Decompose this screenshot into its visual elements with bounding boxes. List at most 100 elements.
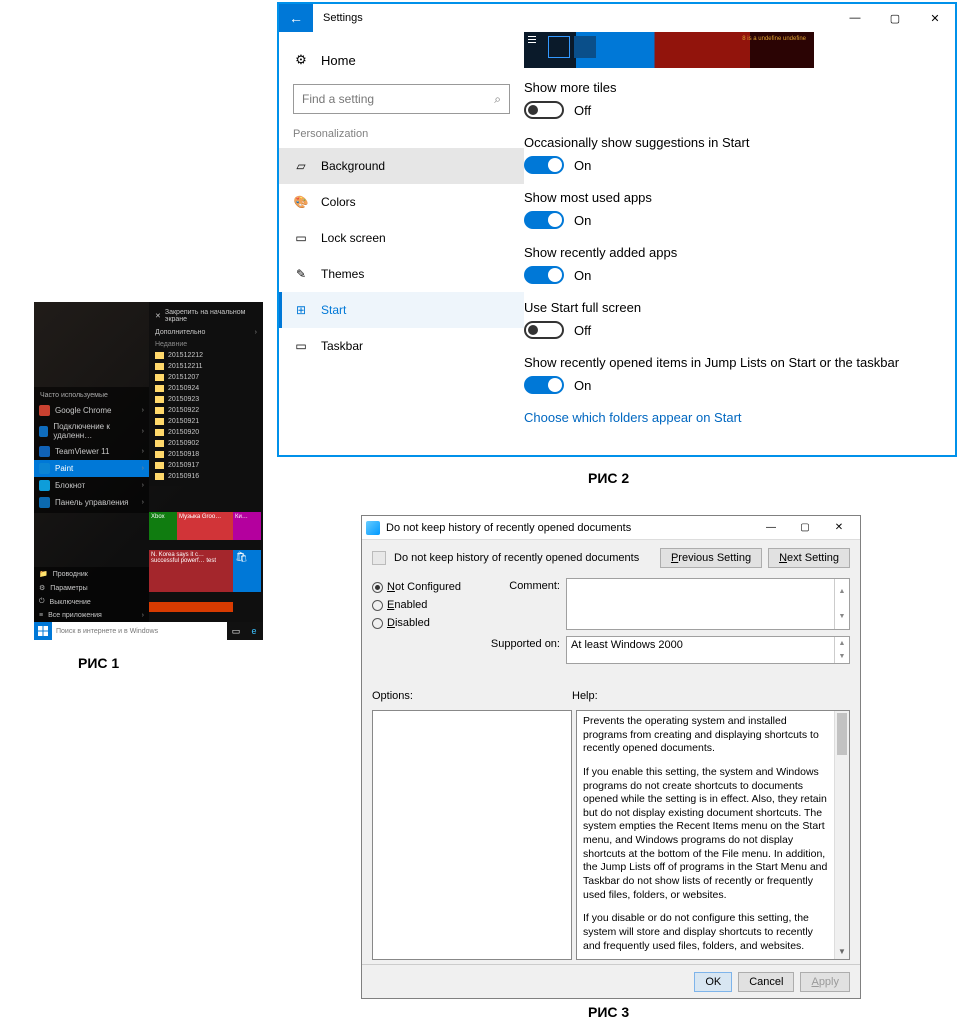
back-button[interactable]: ←: [279, 4, 313, 32]
tile-label: N. Korea says it c… successful powerf… t…: [151, 552, 216, 564]
bottom-label: Проводник: [53, 571, 88, 578]
sidebar-item-background[interactable]: ▱Background: [279, 148, 524, 184]
toggle-switch[interactable]: [524, 101, 564, 119]
next-setting-button[interactable]: Next Setting: [768, 548, 850, 568]
sidebar-item-lock-screen[interactable]: ▭Lock screen: [279, 220, 524, 256]
start-tile[interactable]: Музыка Groo…: [177, 512, 233, 540]
scrollbar[interactable]: ▲ ▼: [834, 711, 849, 959]
most-used-item[interactable]: Блокнот›: [34, 477, 149, 494]
jump-list-item[interactable]: 20150923: [149, 394, 263, 405]
taskbar-search[interactable]: Поиск в интернете и в Windows: [52, 622, 227, 640]
sidebar-item-start[interactable]: ⊞Start: [279, 292, 524, 328]
app-icon: [39, 446, 50, 457]
most-used-header: Часто используемые: [34, 389, 149, 402]
up-arrow-icon[interactable]: ▲: [834, 579, 849, 604]
start-bottom-item[interactable]: ≡Все приложения›: [34, 609, 149, 622]
figure-3-label: РИС 3: [588, 1004, 629, 1020]
start-bottom-item[interactable]: 📁Проводник: [34, 567, 149, 581]
most-used-item[interactable]: Google Chrome›: [34, 402, 149, 419]
jump-extra-label: Дополнительно: [155, 329, 205, 336]
start-bottom-item[interactable]: ⏻Выключение: [34, 595, 149, 609]
store-icon: 🛍: [235, 552, 248, 563]
start-bottom-item[interactable]: ⚙Параметры: [34, 581, 149, 595]
start-tile[interactable]: Xbox: [149, 512, 177, 540]
minimize-button[interactable]: —: [835, 4, 875, 32]
edge-icon[interactable]: e: [245, 622, 263, 640]
start-preview: 8 is a undefine undefine: [524, 32, 814, 68]
lock-icon: ▭: [293, 230, 309, 246]
minimize-button[interactable]: —: [754, 516, 788, 540]
preview-text: 8 is a undefine undefine: [742, 36, 806, 44]
radio-icon: [372, 582, 383, 593]
sidebar-item-label: Themes: [321, 267, 364, 281]
up-arrow-icon[interactable]: ▲: [834, 637, 849, 650]
jump-list-item[interactable]: 20150921: [149, 416, 263, 427]
option-label: Occasionally show suggestions in Start: [524, 135, 941, 150]
radio-icon: [372, 600, 383, 611]
folder-icon: [155, 363, 164, 370]
maximize-button[interactable]: ▢: [788, 516, 822, 540]
most-used-item[interactable]: Paint›: [34, 460, 149, 477]
start-tile[interactable]: [149, 602, 233, 612]
toggle-switch[interactable]: [524, 266, 564, 284]
toggle-switch[interactable]: [524, 376, 564, 394]
comment-box[interactable]: ▲▼: [566, 578, 850, 630]
jump-list-item[interactable]: 20150922: [149, 405, 263, 416]
toggle-switch[interactable]: [524, 321, 564, 339]
sidebar-section-header: Personalization: [279, 128, 524, 148]
down-arrow-icon[interactable]: ▼: [834, 604, 849, 629]
sidebar-item-colors[interactable]: 🎨Colors: [279, 184, 524, 220]
jump-list-item[interactable]: 201512211: [149, 361, 263, 372]
toggle-switch[interactable]: [524, 156, 564, 174]
toggle-switch[interactable]: [524, 211, 564, 229]
jump-item-label: 20150917: [168, 462, 199, 469]
scroll-thumb[interactable]: [837, 713, 847, 755]
down-arrow-icon[interactable]: ▼: [834, 650, 849, 663]
jump-list-item[interactable]: 20150924: [149, 383, 263, 394]
close-button[interactable]: ✕: [915, 4, 955, 32]
supported-label: Supported on:: [486, 636, 566, 664]
bottom-label: Все приложения: [48, 612, 102, 619]
jump-item-label: 20150922: [168, 407, 199, 414]
gear-icon: ⚙: [293, 52, 309, 68]
maximize-button[interactable]: ▢: [875, 4, 915, 32]
jump-list-item[interactable]: 20150918: [149, 449, 263, 460]
start-tile[interactable]: 🛍: [233, 550, 261, 592]
sidebar-item-taskbar[interactable]: ▭Taskbar: [279, 328, 524, 364]
preview-tile: [548, 36, 570, 58]
options-pane[interactable]: [372, 710, 572, 960]
most-used-item[interactable]: Панель управления›: [34, 494, 149, 511]
jump-list-item[interactable]: 20150920: [149, 427, 263, 438]
radio-label: Not Configured: [387, 581, 461, 593]
sidebar-item-themes[interactable]: ✎Themes: [279, 256, 524, 292]
start-tiles: XboxМузыка Groo…Ки… N. Korea says it c… s…: [149, 512, 263, 622]
toggle-state: On: [574, 213, 591, 228]
comment-label: Comment:: [486, 578, 566, 630]
cancel-button[interactable]: Cancel: [738, 972, 794, 992]
jump-list-item[interactable]: 20151207: [149, 372, 263, 383]
most-used-item[interactable]: Подключение к удаленн…›: [34, 419, 149, 443]
jump-item-label: 20150902: [168, 440, 199, 447]
start-tile[interactable]: Ки…: [233, 512, 261, 540]
ok-button[interactable]: OK: [694, 972, 732, 992]
folder-icon: [155, 407, 164, 414]
pin-to-start[interactable]: ✕ Закрепить на начальном экране: [149, 306, 263, 326]
help-pane[interactable]: Prevents the operating system and instal…: [576, 710, 850, 960]
close-button[interactable]: ✕: [822, 516, 856, 540]
start-tile[interactable]: N. Korea says it c… successful powerf… t…: [149, 550, 233, 592]
app-label: Paint: [55, 464, 73, 473]
jump-list-item[interactable]: 201512212: [149, 350, 263, 361]
app-label: Блокнот: [55, 481, 85, 490]
settings-search[interactable]: Find a setting ⌕: [293, 84, 510, 114]
most-used-item[interactable]: TeamViewer 11›: [34, 443, 149, 460]
sidebar-home[interactable]: ⚙ Home: [279, 44, 524, 76]
scroll-down-icon[interactable]: ▼: [835, 945, 849, 959]
jump-extra[interactable]: Дополнительно›: [149, 326, 263, 339]
jump-list-item[interactable]: 20150917: [149, 460, 263, 471]
folders-link[interactable]: Choose which folders appear on Start: [524, 410, 941, 425]
jump-list-item[interactable]: 20150916: [149, 471, 263, 482]
previous-setting-button[interactable]: Previous Setting: [660, 548, 762, 568]
start-button[interactable]: [34, 622, 52, 640]
jump-list-item[interactable]: 20150902: [149, 438, 263, 449]
task-view-icon[interactable]: ▭: [227, 622, 245, 640]
